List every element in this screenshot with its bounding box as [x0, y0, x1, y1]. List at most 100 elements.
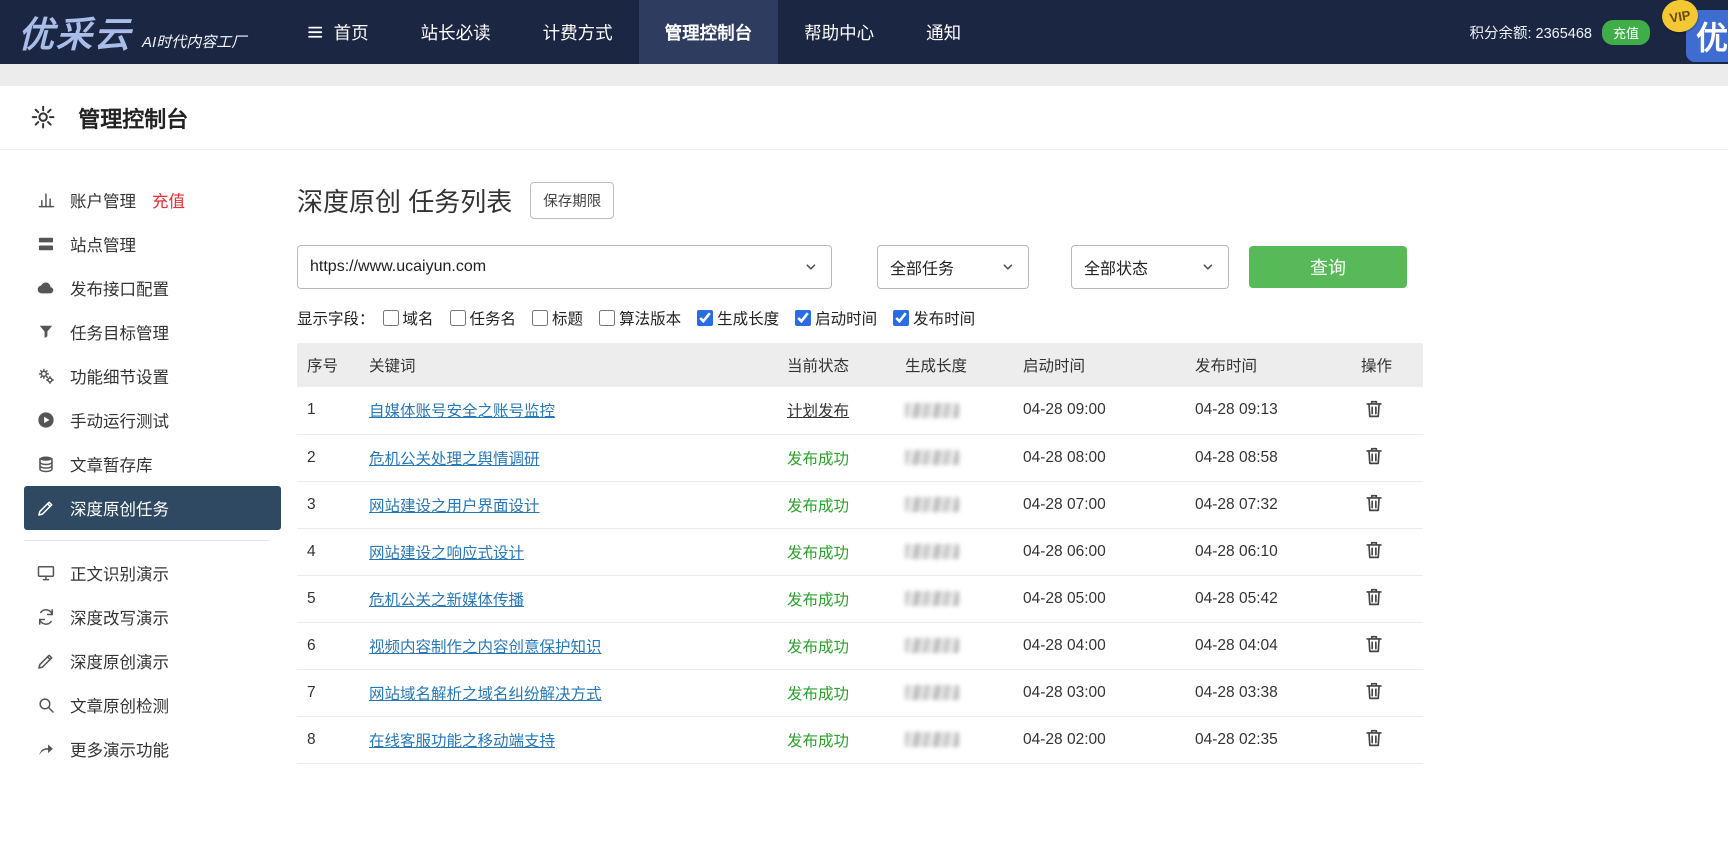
checkbox-label: 发布时间 [913, 311, 976, 328]
nav-item-billing[interactable]: 计费方式 [517, 0, 639, 64]
keyword-link[interactable]: 网站域名解析之域名纠纷解决方式 [369, 686, 602, 703]
points-label: 积分余额: [1469, 25, 1532, 42]
keyword-link[interactable]: 自媒体账号安全之账号监控 [369, 403, 555, 420]
checkbox-label: 标题 [552, 311, 584, 328]
delete-button[interactable] [1361, 678, 1387, 707]
sidebar-item-sites[interactable]: 站点管理 [24, 222, 281, 266]
site-select[interactable]: https://www.ucaiyun.com [297, 245, 832, 289]
trash-icon [1366, 682, 1382, 700]
publish-time: 04-28 04:04 [1185, 622, 1351, 670]
delete-button[interactable] [1361, 584, 1387, 613]
checkbox-task-name[interactable] [449, 310, 466, 326]
table-row: 2 危机公关处理之舆情调研 发布成功 04-28 08:00 04-28 08:58 [297, 434, 1423, 482]
delete-button[interactable] [1361, 490, 1387, 519]
masked-length-value [905, 591, 959, 606]
checkbox-label: 启动时间 [815, 311, 878, 328]
table-body: 1 自媒体账号安全之账号监控 计划发布 04-28 09:00 04-28 09:13 2… [297, 387, 1423, 764]
nav-item-label: 帮助中心 [804, 22, 875, 43]
field-checkbox-algo-version[interactable]: 算法版本 [599, 307, 681, 329]
keyword-link[interactable]: 网站建设之用户界面设计 [369, 498, 540, 515]
field-checkbox-publish-time[interactable]: 发布时间 [893, 307, 975, 329]
sidebar-recharge-link[interactable]: 充值 [152, 188, 185, 212]
sidebar-item-demo-original[interactable]: 深度原创演示 [24, 639, 281, 683]
start-time: 04-28 06:00 [1013, 528, 1185, 576]
sidebar-item-account[interactable]: 账户管理 充值 [24, 178, 281, 222]
delete-button[interactable] [1361, 537, 1387, 566]
masked-length-value [905, 450, 959, 465]
checkbox-algo-version[interactable] [599, 310, 616, 326]
sidebar-nav: 账户管理 充值 站点管理 发布接口配置 任务目标管理 功能细节设置 手动运行测试 文章暂存库深… [0, 150, 281, 771]
nav-item-notifications[interactable]: 通知 [900, 0, 987, 64]
main-title-row: 深度原创 任务列表 保存期限 [297, 182, 1407, 219]
delete-button[interactable] [1361, 396, 1387, 425]
checkbox-gen-length[interactable] [697, 310, 714, 326]
checkbox-title[interactable] [532, 310, 549, 326]
checkbox-label: 任务名 [469, 311, 517, 328]
column-header-0: 序号 [297, 343, 359, 387]
nav-item-home[interactable]: 首页 [280, 0, 394, 64]
status-text[interactable]: 计划发布 [787, 403, 849, 420]
sidebar-item-feature-detail[interactable]: 功能细节设置 [24, 354, 281, 398]
keyword-link[interactable]: 视频内容制作之内容创意保护知识 [369, 639, 602, 656]
sidebar-item-article-store[interactable]: 文章暂存库 [24, 442, 281, 486]
brand-logo[interactable]: 优采云 AI时代内容工厂 [18, 6, 246, 58]
checkbox-start-time[interactable] [795, 310, 812, 326]
trash-icon [1366, 494, 1382, 512]
save-period-button[interactable]: 保存期限 [530, 182, 615, 219]
checkbox-label: 生成长度 [717, 311, 780, 328]
recharge-button[interactable]: 充值 [1601, 19, 1650, 45]
sidebar-item-demo-check[interactable]: 文章原创检测 [24, 683, 281, 727]
sidebar-item-deep-original-task[interactable]: 深度原创任务 [24, 486, 281, 530]
nav-item-help-center[interactable]: 帮助中心 [778, 0, 900, 64]
column-header-4: 启动时间 [1013, 343, 1185, 387]
status-select[interactable]: 全部状态 [1071, 245, 1229, 289]
delete-button[interactable] [1361, 443, 1387, 472]
field-checkbox-task-name[interactable]: 任务名 [449, 307, 517, 329]
start-time: 04-28 03:00 [1013, 669, 1185, 717]
table-row: 8 在线客服功能之移动端支持 发布成功 04-28 02:00 04-28 02:35 [297, 716, 1423, 764]
nav-item-label: 通知 [926, 22, 962, 43]
keyword-link[interactable]: 危机公关处理之舆情调研 [369, 451, 540, 468]
task-select[interactable]: 全部任务 [877, 245, 1029, 289]
nav-item-must-read[interactable]: 站长必读 [395, 0, 517, 64]
column-header-6: 操作 [1351, 343, 1423, 387]
row-number: 1 [297, 387, 359, 435]
keyword-link[interactable]: 网站建设之响应式设计 [369, 545, 524, 562]
masked-length-value [905, 402, 959, 418]
sidebar-item-manual-test[interactable]: 手动运行测试 [24, 398, 281, 442]
field-checkbox-gen-length[interactable]: 生成长度 [697, 307, 779, 329]
points-value: 2365468 [1535, 25, 1592, 42]
sidebar-item-demo-more[interactable]: 更多演示功能 [24, 727, 281, 771]
nav-item-console[interactable]: 管理控制台 [638, 0, 779, 64]
sidebar-item-publish-api[interactable]: 发布接口配置 [24, 266, 281, 310]
checkbox-domain[interactable] [382, 310, 399, 326]
page-header: 管理控制台 [0, 86, 1728, 150]
field-checkbox-title[interactable]: 标题 [532, 307, 583, 329]
table-row: 6 视频内容制作之内容创意保护知识 发布成功 04-28 04:00 04-28 04:… [297, 622, 1423, 670]
keyword-link[interactable]: 危机公关之新媒体传播 [369, 592, 524, 609]
checkbox-publish-time[interactable] [893, 310, 910, 326]
delete-button[interactable] [1361, 631, 1387, 660]
main-content: 深度原创 任务列表 保存期限 https://www.ucaiyun.com 全… [281, 150, 1423, 771]
row-number: 2 [297, 434, 359, 482]
sidebar-item-label: 正文识别演示 [69, 566, 169, 584]
field-checkbox-domain[interactable]: 域名 [382, 307, 434, 329]
query-button[interactable]: 查询 [1249, 246, 1407, 288]
keyword-link[interactable]: 在线客服功能之移动端支持 [369, 733, 555, 750]
sidebar-item-label: 功能细节设置 [69, 369, 169, 387]
row-number: 7 [297, 669, 359, 717]
table-row: 3 网站建设之用户界面设计 发布成功 04-28 07:00 04-28 07:32 [297, 481, 1423, 529]
site-icon [38, 237, 54, 251]
delete-button[interactable] [1361, 725, 1387, 754]
menu-icon [308, 26, 323, 38]
publish-time: 04-28 06:10 [1185, 528, 1351, 576]
trash-icon [1366, 541, 1382, 559]
status-text: 发布成功 [787, 544, 850, 562]
start-time: 04-28 05:00 [1013, 575, 1185, 623]
sidebar-item-demo-extract[interactable]: 正文识别演示 [24, 551, 281, 595]
nav-item-label: 计费方式 [542, 22, 613, 43]
sidebar-item-demo-rewrite[interactable]: 深度改写演示 [24, 595, 281, 639]
field-checkbox-start-time[interactable]: 启动时间 [795, 307, 877, 329]
sidebar-item-task-target[interactable]: 任务目标管理 [24, 310, 281, 354]
column-header-1: 关键词 [359, 343, 777, 387]
